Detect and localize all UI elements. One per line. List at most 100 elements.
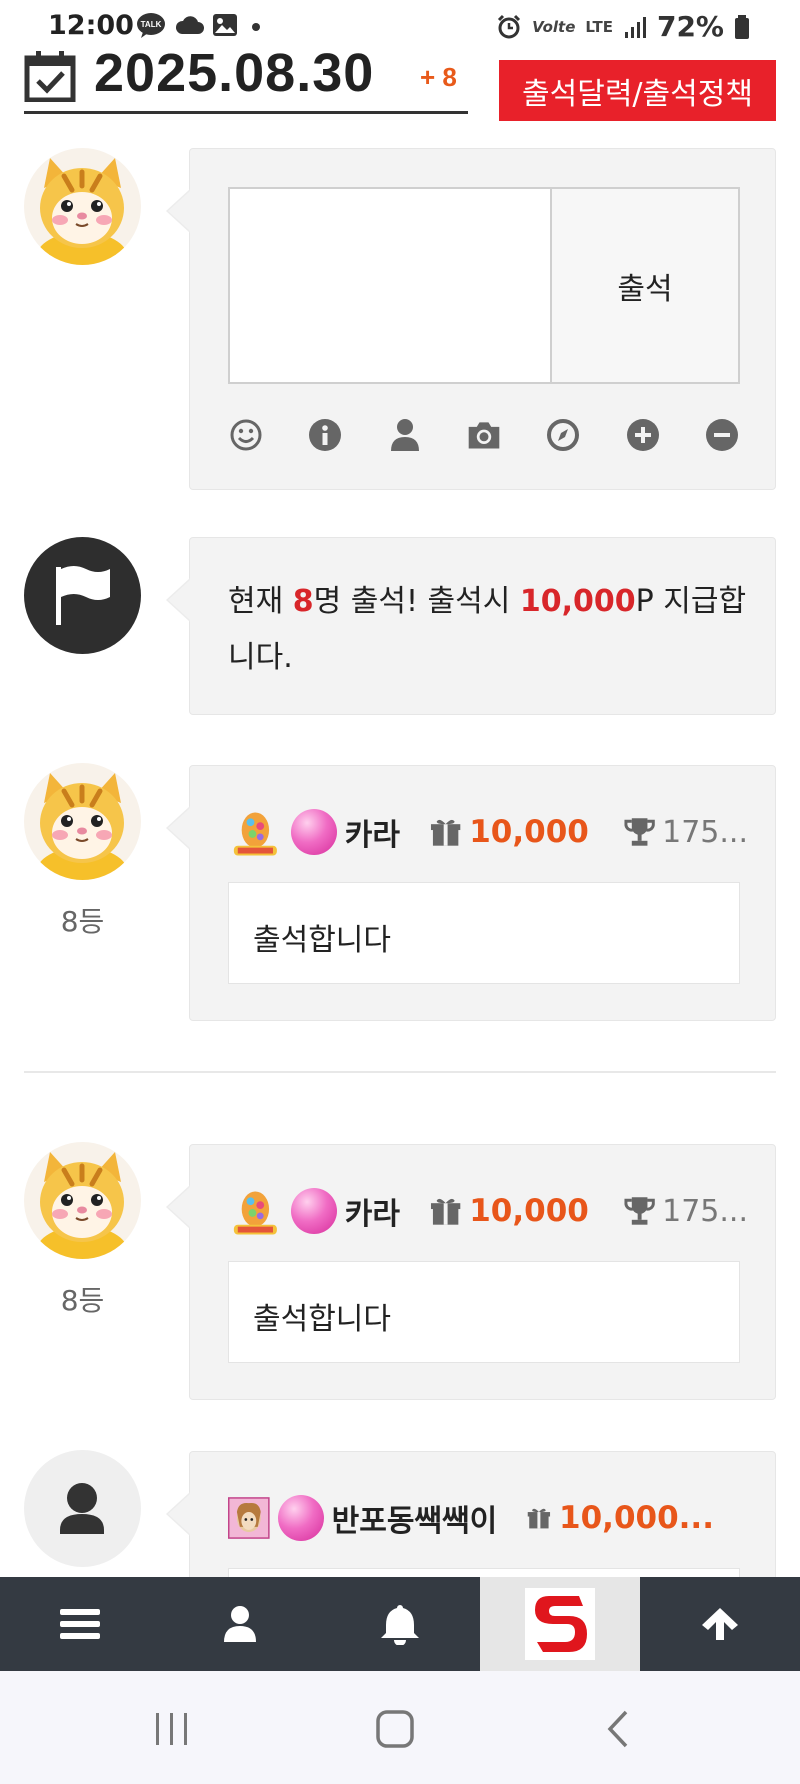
entry-bubble: 카라 10,000 175... 출석합니다 bbox=[166, 1144, 776, 1400]
compose-box: 출석 bbox=[228, 187, 740, 384]
arrow-up-icon bbox=[702, 1608, 738, 1640]
default-user-icon bbox=[60, 1483, 104, 1534]
user-icon bbox=[224, 1606, 256, 1642]
bell-icon bbox=[381, 1605, 419, 1645]
entry-rank: 8등 bbox=[60, 905, 105, 938]
plus-circle-icon bbox=[626, 419, 659, 451]
alarm-icon bbox=[498, 14, 521, 38]
battery-icon bbox=[735, 14, 749, 39]
volte-label: Volte bbox=[532, 17, 576, 36]
back-button[interactable] bbox=[590, 1701, 650, 1757]
tiger-avatar-icon bbox=[24, 1142, 141, 1259]
entry-points: 10,000 bbox=[469, 814, 589, 850]
gift-icon bbox=[527, 1508, 551, 1529]
talk-icon: TALK bbox=[137, 13, 165, 38]
lte-label: LTE bbox=[585, 17, 613, 36]
minus-circle-icon bbox=[705, 419, 738, 451]
remove-button[interactable] bbox=[704, 417, 740, 453]
attend-submit-button[interactable]: 출석 bbox=[550, 189, 738, 382]
notification-icons: TALK bbox=[136, 12, 266, 38]
grade-orb-icon bbox=[277, 1495, 324, 1541]
calendar-check-icon bbox=[24, 51, 76, 102]
avatar bbox=[24, 148, 141, 265]
smile-icon bbox=[230, 419, 262, 451]
grade-orb-icon bbox=[290, 1188, 337, 1234]
nav-menu-button[interactable] bbox=[0, 1577, 160, 1671]
home-icon bbox=[376, 1710, 414, 1748]
system-navigation-bar bbox=[0, 1671, 800, 1784]
nav-profile-button[interactable] bbox=[160, 1577, 320, 1671]
recent-apps-icon bbox=[156, 1713, 187, 1745]
add-button[interactable] bbox=[625, 417, 661, 453]
emoticon-button[interactable] bbox=[228, 417, 264, 453]
signal-icon bbox=[624, 16, 646, 38]
site-logo-icon bbox=[525, 1588, 595, 1660]
trophy-icon bbox=[624, 818, 655, 846]
nav-notification-button[interactable] bbox=[320, 1577, 480, 1671]
tiger-avatar-icon bbox=[24, 763, 141, 880]
status-time: 12:00 bbox=[48, 10, 134, 41]
attendance-count-badge: + 8 bbox=[420, 62, 457, 92]
member-button[interactable] bbox=[387, 417, 423, 453]
flag-icon bbox=[56, 566, 110, 625]
entry-message: 출석합니다 bbox=[228, 1261, 740, 1363]
info-icon bbox=[309, 419, 342, 451]
attendance-date: 2025.08.30 bbox=[94, 43, 375, 103]
dot-icon bbox=[252, 23, 260, 31]
entry-meta: 카라 10,000 175... bbox=[228, 802, 748, 862]
notice-avatar bbox=[24, 537, 141, 654]
photo-button[interactable] bbox=[466, 417, 502, 453]
level-badge-icon bbox=[233, 1191, 277, 1235]
grade-orb-icon bbox=[290, 809, 337, 855]
profile-badge-icon bbox=[228, 1497, 270, 1539]
entry-points: 10,000... bbox=[559, 1500, 714, 1536]
gallery-icon bbox=[213, 14, 237, 36]
entry-avatar[interactable] bbox=[24, 763, 141, 880]
notice-bubble: 현재 8명 출석! 출석시 10,000P 지급합니다. bbox=[166, 537, 776, 715]
entry-nickname[interactable]: 카라 bbox=[345, 1189, 400, 1233]
tiger-avatar-icon bbox=[24, 148, 141, 265]
home-button[interactable] bbox=[365, 1701, 425, 1757]
entry-bubble: 카라 10,000 175... 출석합니다 bbox=[166, 765, 776, 1021]
gift-icon bbox=[430, 819, 461, 846]
level-badge-icon bbox=[233, 812, 277, 856]
attendance-notice: 현재 8명 출석! 출석시 10,000P 지급합니다. bbox=[228, 574, 748, 686]
trophy-icon bbox=[624, 1197, 655, 1225]
entry-message: 출석합니다 bbox=[228, 882, 740, 984]
notice-prefix: 현재 bbox=[228, 584, 293, 619]
entry-avatar[interactable] bbox=[24, 1450, 141, 1567]
back-icon bbox=[607, 1710, 628, 1748]
cloud-icon bbox=[175, 16, 204, 34]
entry-score: 175... bbox=[662, 1193, 748, 1229]
entry-points: 10,000 bbox=[469, 1193, 589, 1229]
entry-rank: 8등 bbox=[60, 1284, 105, 1317]
entry-score: 175... bbox=[662, 814, 748, 850]
entry-meta: 반포동쌕쌕이 10,000... bbox=[228, 1488, 748, 1548]
notice-count: 8 bbox=[292, 584, 314, 619]
system-icons: Volte LTE 72% bbox=[496, 10, 750, 43]
entry-nickname[interactable]: 카라 bbox=[345, 810, 400, 854]
info-button[interactable] bbox=[307, 417, 343, 453]
notice-middle: 명 출석! 출석시 bbox=[313, 584, 520, 619]
menu-icon bbox=[60, 1609, 100, 1639]
talk-label: TALK bbox=[141, 20, 162, 29]
battery-percent: 72% bbox=[656, 10, 724, 43]
compose-toolbar bbox=[228, 417, 740, 453]
compass-icon bbox=[547, 419, 580, 451]
location-button[interactable] bbox=[545, 417, 581, 453]
entry-nickname[interactable]: 반포동쌕쌕이 bbox=[332, 1496, 498, 1540]
nav-site-logo[interactable] bbox=[480, 1577, 640, 1671]
bottom-nav bbox=[0, 1577, 800, 1671]
compose-bubble: 출석 bbox=[166, 148, 776, 490]
nav-scroll-top-button[interactable] bbox=[640, 1577, 800, 1671]
entry-avatar[interactable] bbox=[24, 1142, 141, 1259]
date-header: 2025.08.30 + 8 bbox=[24, 38, 468, 114]
recent-apps-button[interactable] bbox=[142, 1701, 202, 1757]
notice-points: 10,000 bbox=[519, 584, 636, 619]
comment-input[interactable] bbox=[230, 189, 550, 382]
divider bbox=[24, 1071, 776, 1073]
entry-meta: 카라 10,000 175... bbox=[228, 1181, 748, 1241]
user-icon bbox=[390, 419, 419, 451]
camera-icon bbox=[468, 422, 500, 449]
attendance-calendar-button[interactable]: 출석달력/출석정책 bbox=[499, 60, 776, 121]
